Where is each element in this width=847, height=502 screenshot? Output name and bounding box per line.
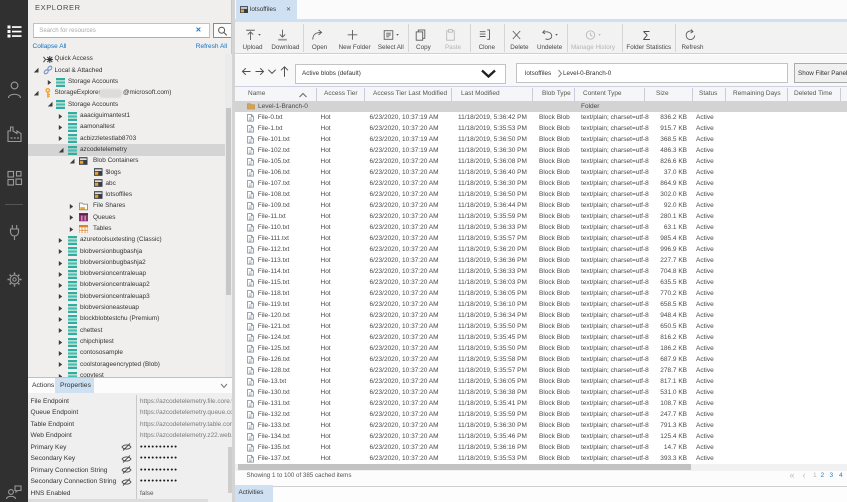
svg-text:Σ: Σ [642, 29, 650, 42]
